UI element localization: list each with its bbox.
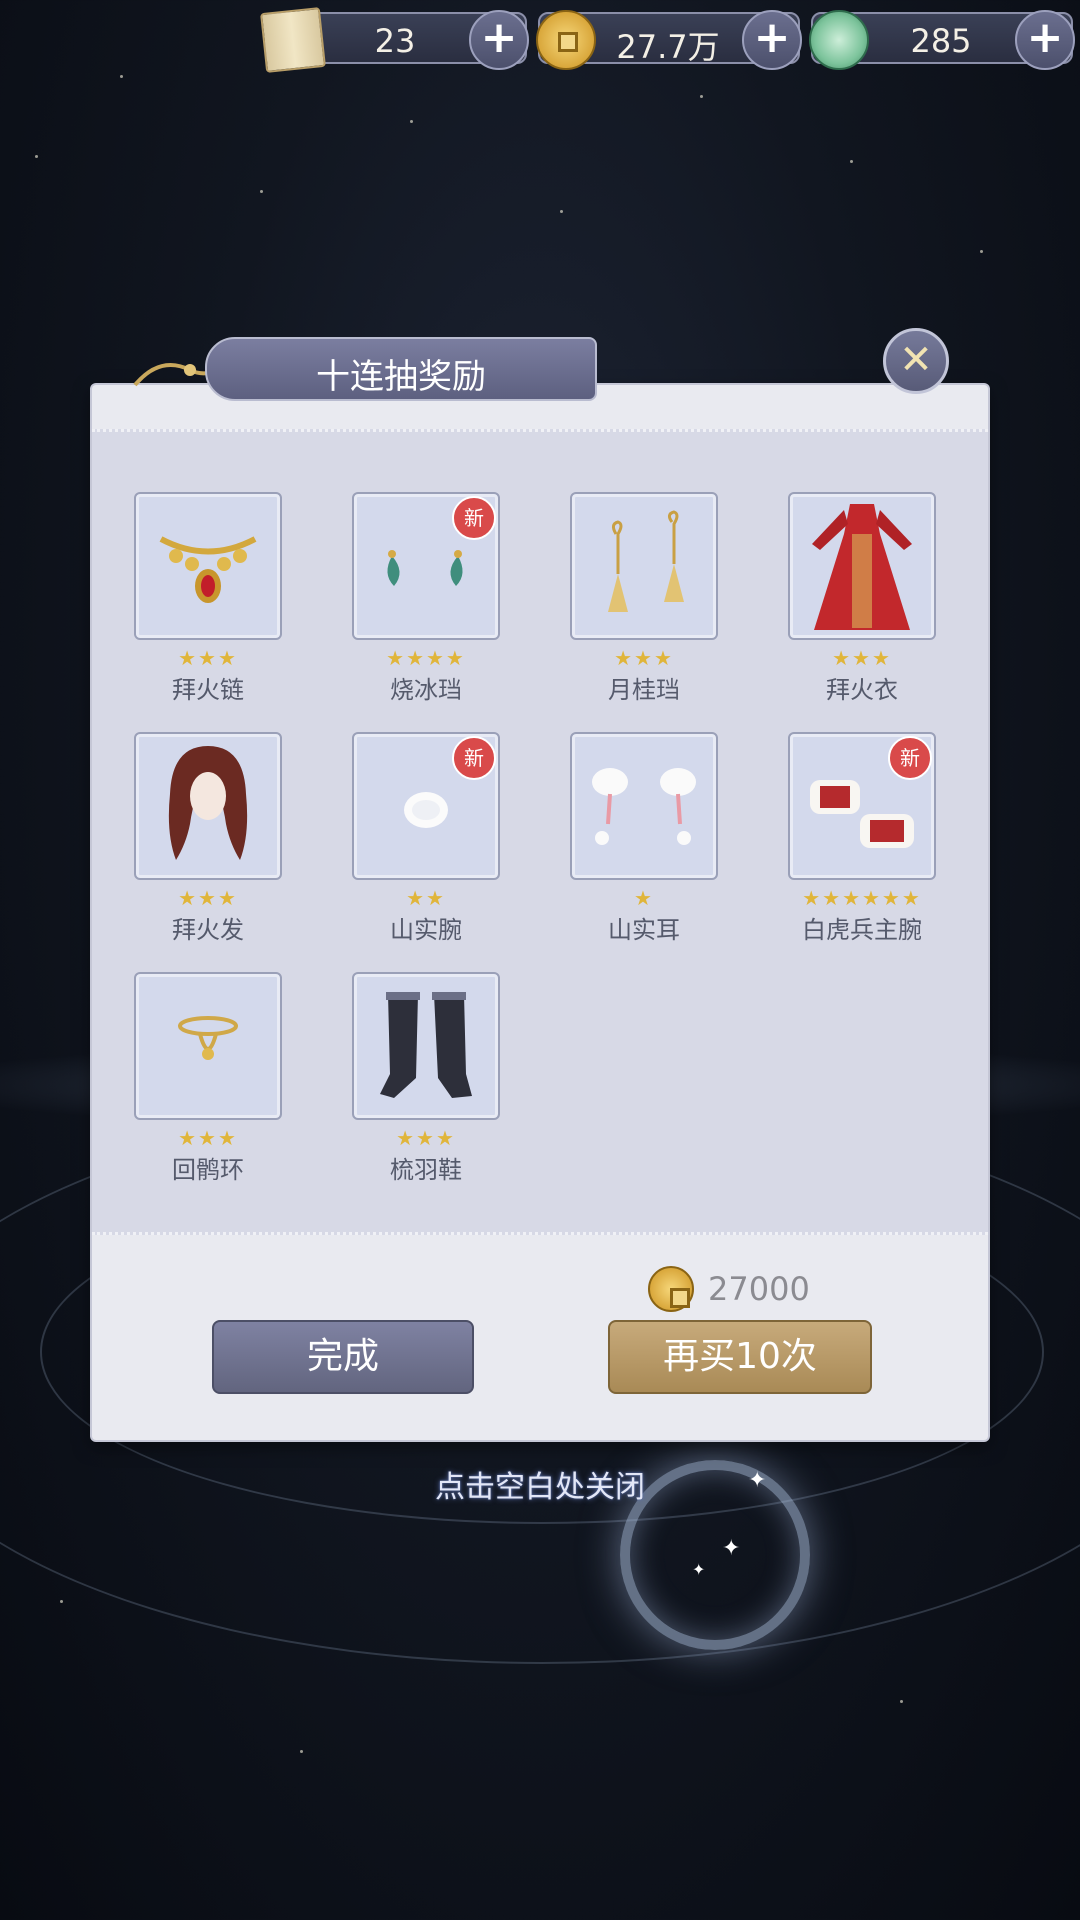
dialog-title-tab: 十连抽奖励 (205, 337, 597, 401)
item-name: 梳羽鞋 (390, 1156, 462, 1184)
earring-icon (608, 510, 684, 612)
new-badge: 新 (452, 496, 496, 540)
item-name: 拜火衣 (826, 676, 898, 704)
hair-icon (168, 746, 248, 860)
currency-value: 285 (910, 22, 972, 60)
rarity-stars: ★★★ (614, 646, 674, 670)
reward-item[interactable]: 新 ★★ 山实腕 (352, 732, 500, 945)
rarity-stars: ★ (634, 886, 654, 910)
ear-muff-icon (592, 768, 696, 845)
item-name: 山实耳 (608, 916, 680, 944)
item-card (134, 492, 282, 640)
necklace-icon (159, 536, 257, 603)
currency-jade: 285 + (809, 10, 1075, 70)
item-card (788, 492, 936, 640)
new-badge: 新 (888, 736, 932, 780)
item-name: 月桂珰 (608, 676, 680, 704)
rarity-stars: ★★★★★★ (802, 886, 922, 910)
item-name: 白虎兵主腕 (802, 916, 922, 944)
currency-coin: 27.7万 + (536, 10, 802, 70)
add-coin-button[interactable]: + (742, 10, 802, 70)
reward-item[interactable]: 新 ★★★★★★ 白虎兵主腕 (788, 732, 936, 945)
rarity-stars: ★★★ (832, 646, 892, 670)
item-card (352, 972, 500, 1120)
close-button[interactable]: ✕ (883, 328, 949, 394)
currency-value: 27.7万 (616, 28, 720, 66)
reward-item[interactable]: ★★★ 梳羽鞋 (352, 972, 500, 1185)
item-card (134, 972, 282, 1120)
rarity-stars: ★★★ (178, 1126, 238, 1150)
item-card (570, 732, 718, 880)
item-name: 回鹘环 (172, 1156, 244, 1184)
reward-item[interactable]: ★★★ 回鹘环 (134, 972, 282, 1185)
anklet-icon (178, 1016, 238, 1060)
dialog-title: 十连抽奖励 (316, 357, 486, 397)
item-name: 烧冰珰 (390, 676, 462, 704)
reward-item[interactable]: ★★★ 月桂珰 (570, 492, 718, 705)
rarity-stars: ★★ (406, 886, 446, 910)
rarity-stars: ★★★★ (386, 646, 466, 670)
rarity-stars: ★★★ (178, 886, 238, 910)
coin-icon (536, 10, 596, 70)
rarity-stars: ★★★ (396, 1126, 456, 1150)
coin-icon (648, 1266, 694, 1312)
reward-item[interactable]: ★★★ 拜火发 (134, 732, 282, 945)
done-button[interactable]: 完成 (212, 1320, 474, 1394)
buy-again-button[interactable]: 再买10次 (608, 1320, 872, 1394)
reward-item[interactable]: ★ 山实耳 (570, 732, 718, 945)
jade-icon (809, 10, 869, 70)
rarity-stars: ★★★ (178, 646, 238, 670)
currency-scroll: 23 + (260, 7, 529, 73)
currency-value: 23 (374, 22, 416, 60)
close-hint: 点击空白处关闭 (435, 1470, 645, 1505)
item-card: 新 (352, 492, 500, 640)
add-jade-button[interactable]: + (1015, 10, 1075, 70)
item-name: 山实腕 (390, 916, 462, 944)
add-scroll-button[interactable]: + (469, 10, 529, 70)
item-card: 新 (352, 732, 500, 880)
reward-item[interactable]: ★★★ 拜火衣 (788, 492, 936, 705)
scroll-icon (260, 7, 326, 73)
reward-item[interactable]: ★★★ 拜火链 (134, 492, 282, 705)
item-card: 新 (788, 732, 936, 880)
boots-icon (380, 992, 472, 1098)
cost-amount: 27000 (708, 1270, 810, 1308)
item-card (134, 732, 282, 880)
dress-icon (812, 504, 912, 630)
item-card (570, 492, 718, 640)
reward-item[interactable]: 新 ★★★★ 烧冰珰 (352, 492, 500, 705)
item-name: 拜火链 (172, 676, 244, 704)
new-badge: 新 (452, 736, 496, 780)
item-name: 拜火发 (172, 916, 244, 944)
